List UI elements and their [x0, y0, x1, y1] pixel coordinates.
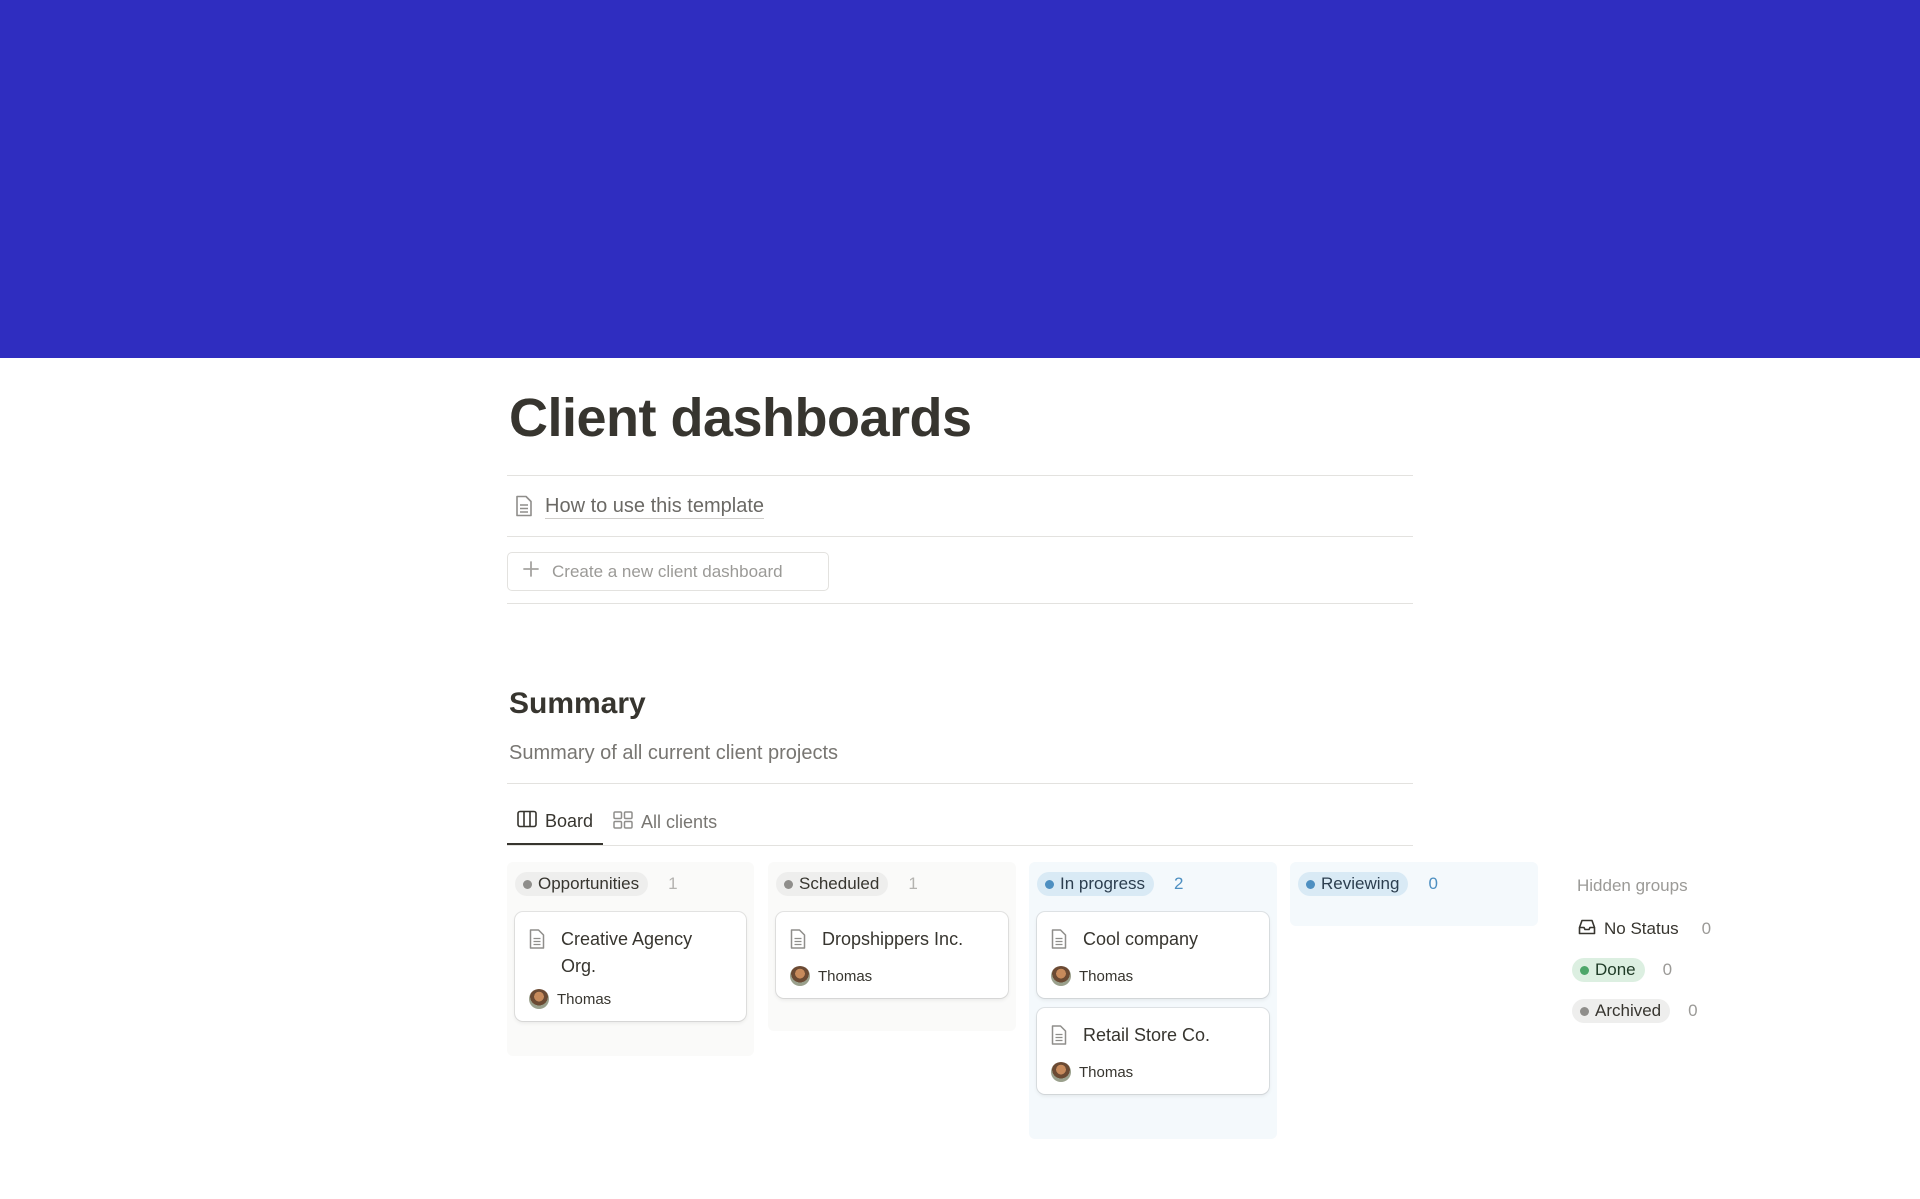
status-dot — [1306, 879, 1315, 889]
divider — [507, 603, 1413, 604]
card-title: Dropshippers Inc. — [822, 929, 964, 949]
card-owner: Thomas — [818, 967, 873, 985]
card-title: Creative Agency Org. — [561, 929, 693, 976]
group-label: No Status — [1604, 919, 1679, 938]
divider — [507, 845, 1413, 846]
status-dot — [784, 879, 793, 889]
tab-all-clients[interactable]: All clients — [603, 800, 727, 845]
tab-label: All clients — [641, 812, 718, 832]
avatar — [790, 966, 810, 986]
avatar — [1051, 1062, 1071, 1082]
group-count: 0 — [1662, 960, 1673, 979]
status-dot — [523, 879, 532, 889]
page-icon — [529, 926, 549, 980]
board-card[interactable]: Dropshippers Inc. Thomas — [776, 912, 1008, 998]
card-owner: Thomas — [557, 990, 612, 1008]
group-label: Archived — [1595, 1001, 1662, 1020]
group-label: Done — [1595, 960, 1636, 979]
card-owner: Thomas — [1079, 1063, 1134, 1081]
group-count: 0 — [1701, 919, 1712, 938]
status-pill[interactable]: Done — [1572, 958, 1645, 982]
board-icon — [517, 810, 537, 833]
status-pill[interactable]: In progress — [1037, 872, 1155, 896]
card-owner: Thomas — [1079, 967, 1134, 985]
hidden-groups: Hidden groups No Status 0 Done 0 Archive… — [1572, 876, 1711, 1037]
template-link-label[interactable]: How to use this template — [545, 494, 764, 519]
plus-icon — [522, 560, 540, 583]
divider — [507, 783, 1413, 784]
divider — [507, 536, 1413, 537]
status-pill[interactable]: Archived — [1572, 999, 1671, 1023]
board-column-in-progress: In progress 2 Cool company Thomas Retail… — [1029, 862, 1277, 1139]
hidden-group-archived[interactable]: Archived 0 — [1572, 996, 1711, 1026]
board-card[interactable]: Cool company Thomas — [1037, 912, 1269, 998]
column-label: Scheduled — [799, 874, 880, 893]
create-client-dashboard-button[interactable]: Create a new client dashboard — [507, 552, 829, 591]
inbox-icon — [1578, 919, 1596, 940]
status-pill[interactable]: Reviewing — [1298, 872, 1409, 896]
hidden-group-no-status[interactable]: No Status 0 — [1572, 914, 1711, 944]
summary-title: Summary — [509, 687, 646, 720]
page-icon — [1051, 1022, 1071, 1053]
tab-board[interactable]: Board — [507, 800, 604, 845]
page-icon — [1051, 926, 1071, 957]
column-count: 1 — [908, 874, 918, 893]
column-label: Reviewing — [1321, 874, 1400, 893]
status-dot — [1580, 965, 1589, 975]
divider — [507, 475, 1413, 476]
tab-label: Board — [545, 811, 594, 831]
board-card[interactable]: Retail Store Co. Thomas — [1037, 1008, 1269, 1094]
column-label: Opportunities — [538, 874, 640, 893]
group-count: 0 — [1688, 1001, 1698, 1020]
gallery-icon — [613, 811, 633, 834]
board-card[interactable]: Creative Agency Org. Thomas — [515, 912, 746, 1021]
status-pill[interactable]: No Status — [1572, 917, 1688, 941]
avatar — [1051, 966, 1071, 986]
hidden-group-done[interactable]: Done 0 — [1572, 955, 1711, 985]
column-count: 0 — [1428, 874, 1438, 893]
card-title: Cool company — [1083, 929, 1199, 949]
summary-description: Summary of all current client projects — [509, 742, 839, 764]
board-column-scheduled: Scheduled 1 Dropshippers Inc. Thomas — [768, 862, 1016, 1031]
create-button-label: Create a new client dashboard — [552, 561, 783, 581]
view-tabs: Board All clients — [507, 800, 727, 845]
status-pill[interactable]: Opportunities — [515, 872, 649, 896]
column-count: 1 — [668, 874, 678, 893]
column-count: 2 — [1174, 874, 1184, 893]
card-title: Retail Store Co. — [1083, 1025, 1211, 1045]
board-column-opportunities: Opportunities 1 Creative Agency Org. Tho… — [507, 862, 754, 1056]
board-column-reviewing: Reviewing 0 — [1290, 862, 1538, 926]
status-dot — [1045, 879, 1054, 889]
page-title: Client dashboards — [509, 388, 972, 448]
status-pill[interactable]: Scheduled — [776, 872, 889, 896]
column-label: In progress — [1060, 874, 1146, 893]
page-icon — [790, 926, 810, 957]
page-icon — [513, 494, 535, 518]
avatar — [529, 989, 549, 1009]
hidden-groups-title: Hidden groups — [1577, 876, 1688, 895]
status-dot — [1580, 1006, 1589, 1016]
template-link[interactable]: How to use this template — [507, 488, 764, 524]
page-cover — [0, 0, 1920, 358]
